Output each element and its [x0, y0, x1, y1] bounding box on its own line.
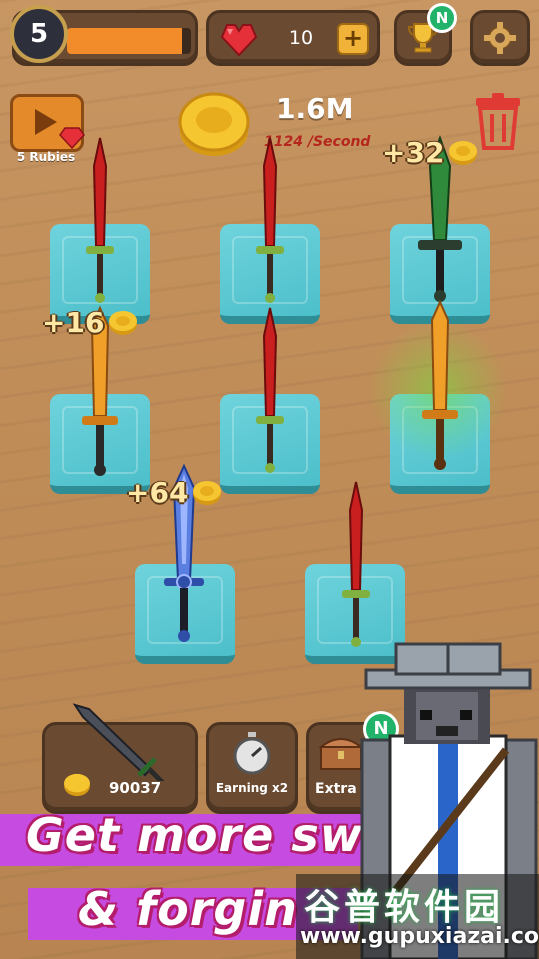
- coin-stack-icon: [178, 92, 250, 156]
- coin-gain-text: +16: [42, 306, 105, 339]
- level-badge: 5: [10, 5, 68, 63]
- coin-gain-popup: +32: [382, 136, 478, 169]
- gear-icon: [484, 22, 516, 54]
- coin-total: 1.6M: [276, 92, 354, 125]
- rubies-reward-label: 5 Rubies: [16, 150, 76, 164]
- gold-sword-icon[interactable]: [420, 299, 460, 480]
- ruby-icon: [59, 127, 85, 149]
- stopwatch-icon: [233, 732, 271, 775]
- buy-price: 90037: [109, 779, 162, 797]
- trophy-button[interactable]: N: [394, 3, 457, 66]
- watermark-title: 谷普软件园: [304, 887, 505, 928]
- level-progress-fill: [67, 28, 183, 54]
- coin-gain-text: +64: [126, 476, 189, 509]
- red-sword-icon[interactable]: [84, 136, 116, 316]
- coin-icon: [109, 310, 138, 335]
- sword-icon: [72, 703, 165, 781]
- level-progress-bar: [67, 28, 191, 54]
- coin-icon: [193, 480, 222, 505]
- coin-icon: [449, 140, 478, 165]
- buy-sword-button[interactable]: 90037: [42, 703, 198, 814]
- watermark-url: www.gupuxiazai.com: [300, 924, 539, 949]
- heart-gem-icon: [220, 24, 258, 57]
- coin-gain-popup: +16: [42, 306, 138, 339]
- play-icon: [35, 109, 57, 135]
- add-gems-button[interactable]: +: [337, 23, 369, 55]
- trash-button[interactable]: [472, 92, 524, 150]
- gem-count: 10: [288, 27, 314, 49]
- red-sword-icon[interactable]: [254, 306, 286, 486]
- extra-label: Extra: [315, 781, 357, 797]
- promo-line-2: & forgin: [78, 882, 298, 936]
- settings-button[interactable]: [470, 10, 530, 66]
- earning-label: Earning x2: [215, 781, 289, 795]
- red-sword-icon[interactable]: [254, 136, 286, 316]
- coin-gain-text: +32: [382, 136, 445, 169]
- coin-gain-popup: +64: [126, 476, 222, 509]
- red-sword-icon[interactable]: [340, 480, 372, 660]
- watch-video-button[interactable]: [10, 94, 85, 152]
- gem-panel: 10 +: [206, 10, 380, 66]
- trophy-new-badge: N: [427, 3, 457, 33]
- coin-icon: [64, 773, 90, 797]
- earning-boost-button[interactable]: Earning x2: [206, 722, 298, 814]
